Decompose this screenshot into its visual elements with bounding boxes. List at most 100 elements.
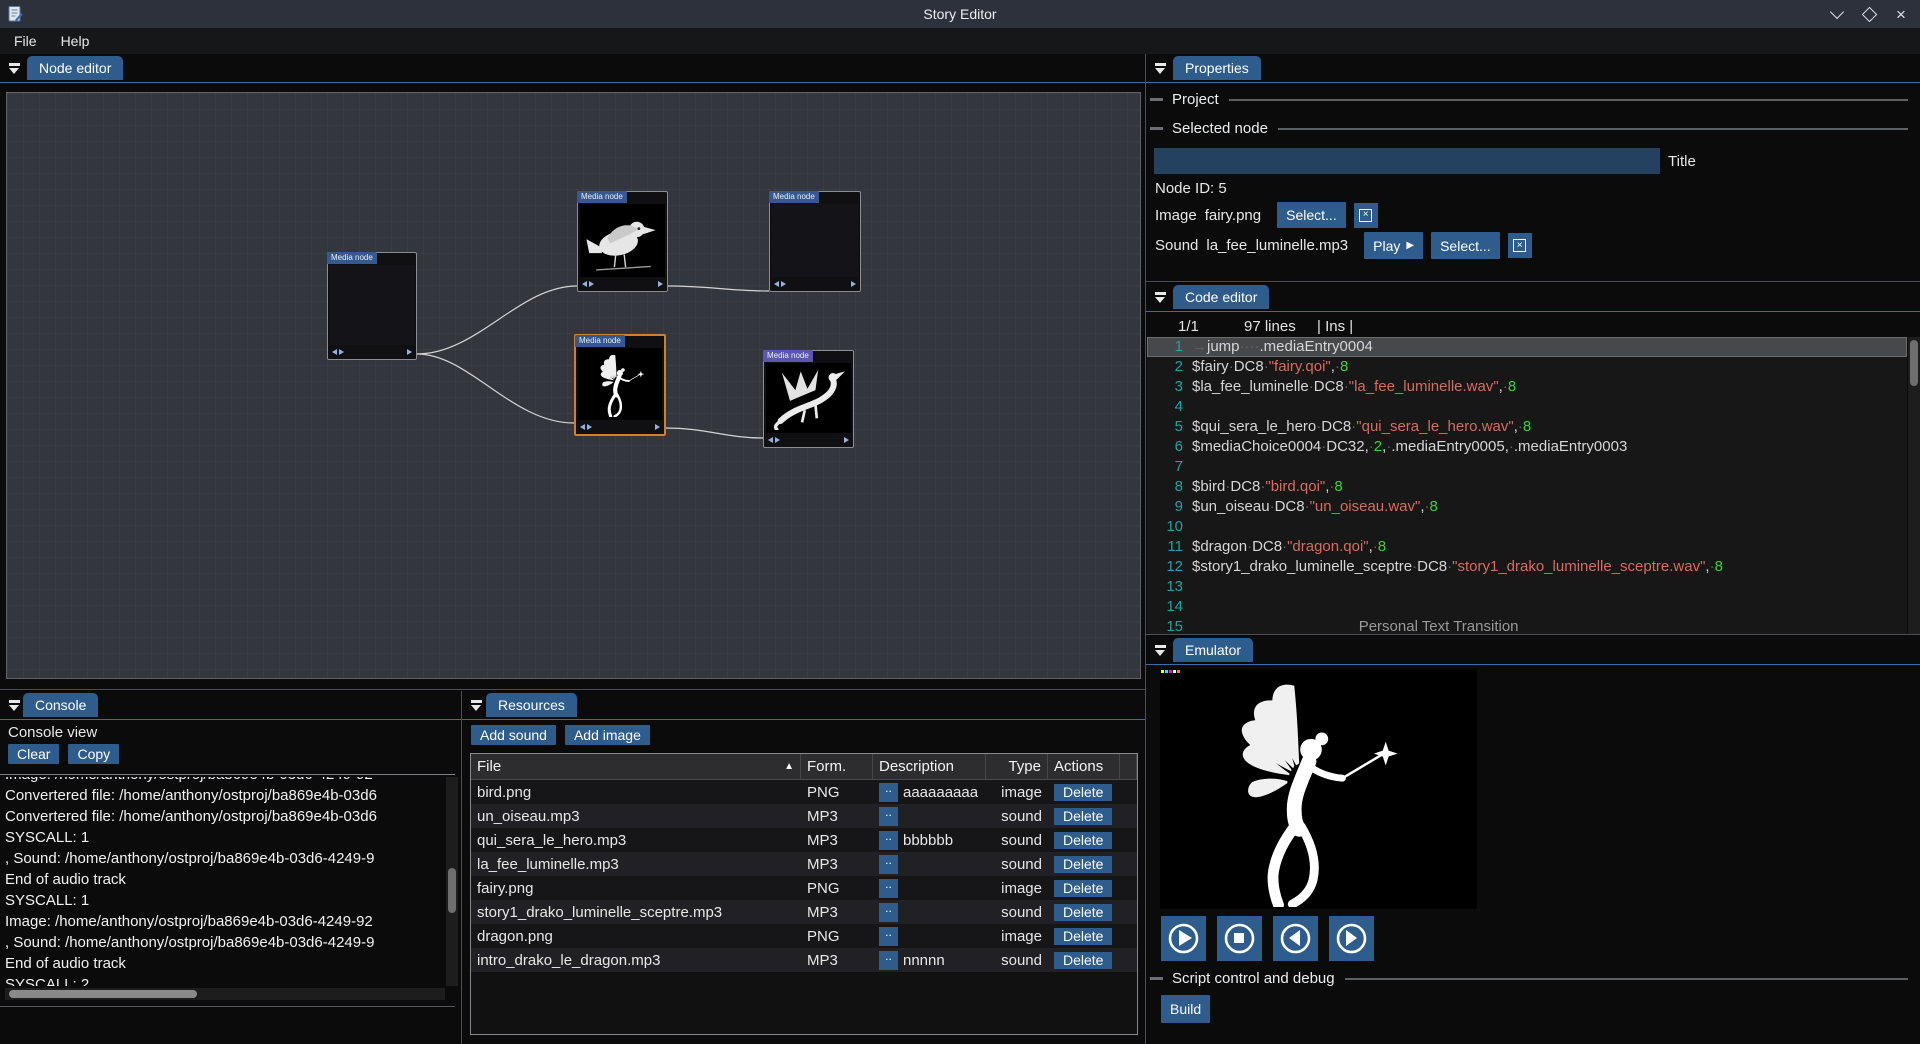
resource-row[interactable]: qui_sera_le_hero.mp3MP3..bbbbbbsoundDele… — [471, 828, 1137, 852]
tab-emulator[interactable]: Emulator — [1173, 638, 1253, 662]
maximize-button[interactable] — [1858, 3, 1880, 25]
emulator-panel: Emulator Script control and debug Build — [1146, 636, 1920, 1044]
tab-node-editor[interactable]: Node editor — [27, 56, 123, 80]
console-line: SYSCALL: 1 — [5, 890, 445, 911]
delete-button[interactable]: Delete — [1054, 832, 1112, 849]
edit-description-button[interactable]: .. — [879, 783, 898, 802]
code-editor-panel: Code editor 1/1 97 lines | Ins | 1→jump·… — [1146, 283, 1920, 634]
sound-value: la_fee_luminelle.mp3 — [1206, 237, 1348, 254]
play-button[interactable] — [1161, 916, 1206, 961]
output-port-icon[interactable] — [851, 281, 856, 287]
column-header-description[interactable]: Description — [873, 754, 986, 779]
node-graph-canvas[interactable]: Media node Media node Media node Media node… — [6, 92, 1141, 679]
input-port-icon[interactable] — [582, 281, 594, 287]
edit-description-button[interactable]: .. — [879, 831, 898, 850]
tab-console[interactable]: Console — [23, 693, 98, 717]
input-port-icon[interactable] — [332, 349, 344, 355]
resources-table-header[interactable]: File▲Form.DescriptionTypeActions — [471, 754, 1137, 780]
column-header-actions[interactable]: Actions — [1048, 754, 1120, 779]
resource-row[interactable]: la_fee_luminelle.mp3MP3..soundDelete — [471, 852, 1137, 876]
edit-description-button[interactable]: .. — [879, 903, 898, 922]
resource-file: qui_sera_le_hero.mp3 — [471, 832, 801, 849]
close-button[interactable]: × — [1890, 3, 1912, 25]
delete-button[interactable]: Delete — [1054, 952, 1112, 969]
sound-play-button[interactable]: Play▶ — [1364, 232, 1423, 259]
graph-node-n3[interactable]: Media node — [769, 191, 861, 292]
code-line: 11$dragon·DC8·"dragon.qoi",·8 — [1147, 537, 1907, 557]
minimize-button[interactable] — [1826, 3, 1848, 25]
column-header-type[interactable]: Type — [986, 754, 1048, 779]
collapse-icon[interactable] — [1154, 292, 1167, 304]
console-vertical-scrollbar[interactable] — [446, 777, 458, 986]
resource-row[interactable]: bird.pngPNG..aaaaaaaaaimageDelete — [471, 780, 1137, 804]
edit-description-button[interactable]: .. — [879, 855, 898, 874]
code-vertical-scrollbar[interactable] — [1908, 337, 1920, 634]
collapse-icon[interactable] — [8, 700, 21, 712]
output-port-icon[interactable] — [844, 437, 849, 443]
node-id-label: Node ID: 5 — [1155, 180, 1227, 197]
graph-node-n1[interactable]: Media node — [327, 252, 417, 360]
column-header-file[interactable]: File▲ — [471, 754, 801, 779]
add-image-button[interactable]: Add image — [565, 725, 650, 745]
output-port-icon[interactable] — [658, 281, 663, 287]
output-port-icon[interactable] — [655, 424, 660, 430]
forward-icon — [1329, 916, 1374, 961]
collapse-icon[interactable] — [1154, 63, 1167, 75]
copy-button[interactable]: Copy — [68, 744, 119, 764]
resource-row[interactable]: dragon.pngPNG..imageDelete — [471, 924, 1137, 948]
play-icon — [1161, 916, 1206, 961]
clear-button[interactable]: Clear — [8, 744, 59, 764]
graph-node-n4[interactable]: Media node — [574, 334, 666, 436]
collapse-icon[interactable] — [1154, 645, 1167, 657]
resource-format: MP3 — [801, 808, 873, 825]
column-header-form[interactable]: Form. — [801, 754, 873, 779]
delete-button[interactable]: Delete — [1054, 904, 1112, 921]
edit-description-button[interactable]: .. — [879, 879, 898, 898]
collapse-icon[interactable] — [470, 700, 483, 712]
code-line: 6$mediaChoice0004·DC32,·2,·.mediaEntry00… — [1147, 437, 1907, 457]
image-clear-button[interactable]: × — [1354, 203, 1378, 228]
delete-button[interactable]: Delete — [1054, 880, 1112, 897]
code-area[interactable]: 1→jump····.mediaEntry00042$fairy·DC8·"fa… — [1147, 337, 1907, 634]
input-port-icon[interactable] — [580, 424, 592, 430]
menu-help[interactable]: Help — [51, 30, 100, 52]
sound-clear-button[interactable]: × — [1508, 233, 1532, 258]
delete-button[interactable]: Delete — [1054, 856, 1112, 873]
console-log[interactable]: Image: /home/anthony/ostproj/ba869e4b-03… — [5, 777, 445, 986]
delete-button[interactable]: Delete — [1054, 784, 1112, 801]
resource-row[interactable]: story1_drako_luminelle_sceptre.mp3MP3..s… — [471, 900, 1137, 924]
menu-file[interactable]: File — [4, 30, 47, 52]
stop-button[interactable] — [1217, 916, 1262, 961]
title-input[interactable] — [1154, 148, 1660, 174]
collapse-icon[interactable] — [8, 63, 21, 75]
resource-file: bird.png — [471, 784, 801, 801]
titlebar[interactable]: Story Editor × — [0, 0, 1920, 28]
resource-row[interactable]: un_oiseau.mp3MP3..soundDelete — [471, 804, 1137, 828]
graph-node-n5[interactable]: Media node — [763, 350, 854, 448]
image-select-button[interactable]: Select... — [1277, 202, 1346, 228]
tab-properties[interactable]: Properties — [1173, 56, 1261, 80]
build-button[interactable]: Build — [1161, 995, 1210, 1023]
edit-description-button[interactable]: .. — [879, 951, 898, 970]
input-port-icon[interactable] — [768, 437, 780, 443]
edit-description-button[interactable]: .. — [879, 807, 898, 826]
delete-button[interactable]: Delete — [1054, 808, 1112, 825]
menu-bar: File Help — [0, 28, 1920, 54]
resource-description: aaaaaaaaa — [903, 784, 978, 801]
edit-description-button[interactable]: .. — [879, 927, 898, 946]
output-port-icon[interactable] — [407, 349, 412, 355]
console-horizontal-scrollbar[interactable] — [5, 988, 445, 1000]
forward-button[interactable] — [1329, 916, 1374, 961]
delete-button[interactable]: Delete — [1054, 928, 1112, 945]
input-port-icon[interactable] — [774, 281, 786, 287]
line-count: 97 lines — [1244, 318, 1296, 335]
add-sound-button[interactable]: Add sound — [471, 725, 556, 745]
resource-row[interactable]: intro_drako_le_dragon.mp3MP3..nnnnnsound… — [471, 948, 1137, 972]
image-label: Image — [1155, 207, 1197, 224]
graph-node-n2[interactable]: Media node — [577, 191, 668, 292]
back-button[interactable] — [1273, 916, 1318, 961]
tab-resources[interactable]: Resources — [486, 693, 577, 717]
resource-row[interactable]: fairy.pngPNG..imageDelete — [471, 876, 1137, 900]
sound-select-button[interactable]: Select... — [1431, 232, 1500, 259]
tab-code-editor[interactable]: Code editor — [1173, 285, 1269, 309]
